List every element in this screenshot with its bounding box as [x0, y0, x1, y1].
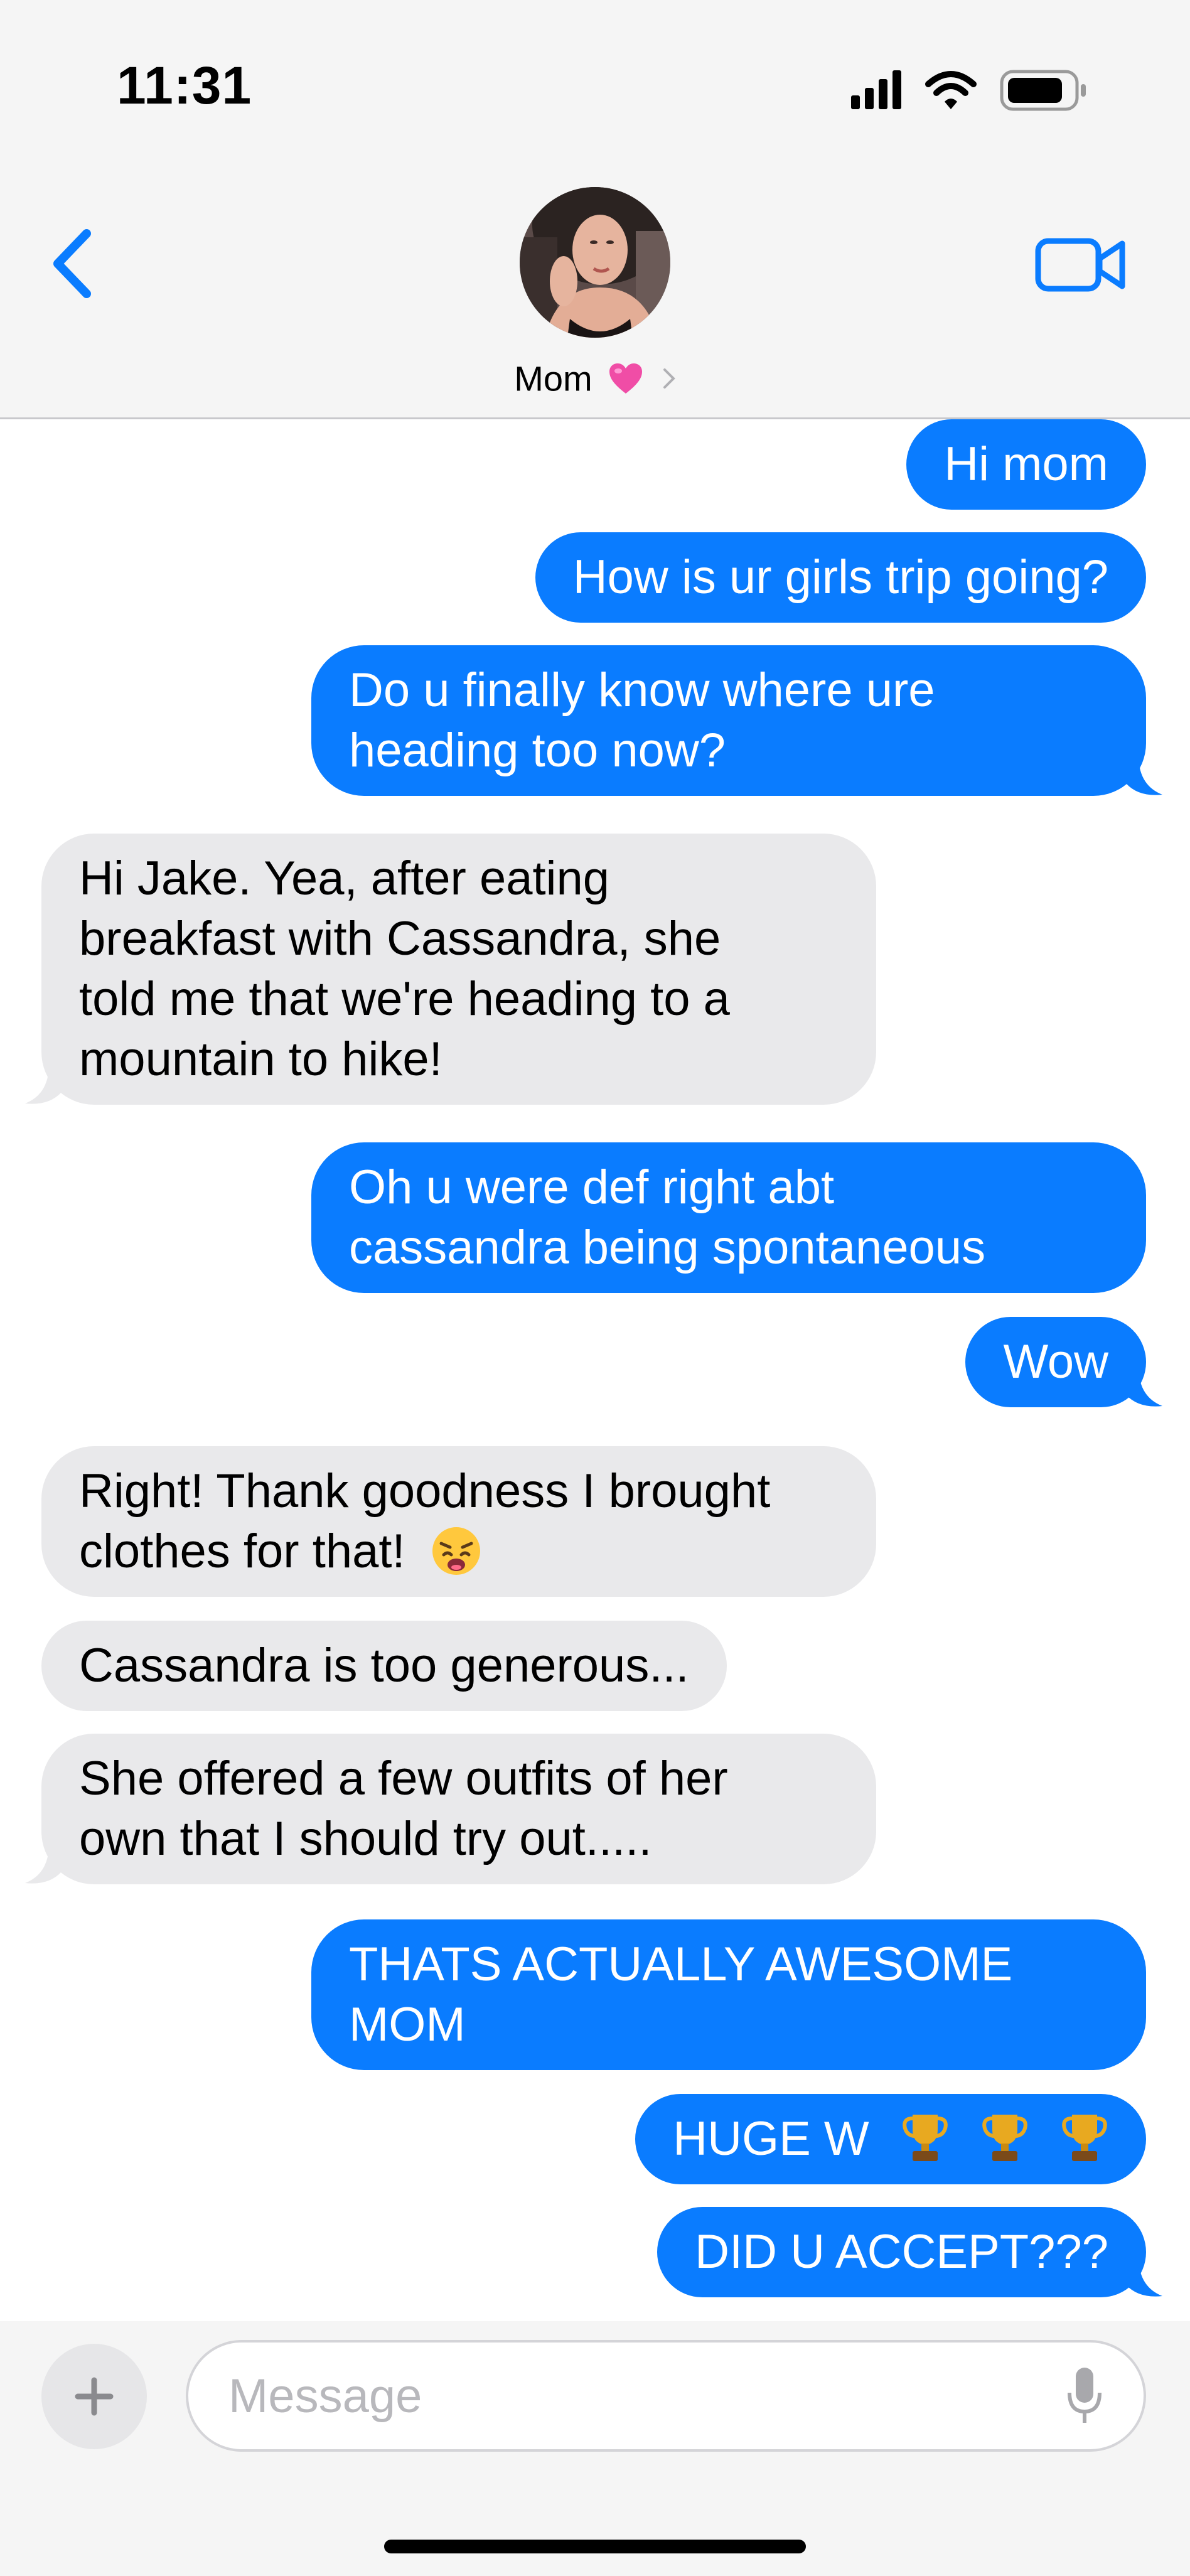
message-bubble-sent[interactable]: Hi mom	[906, 419, 1146, 510]
message-bubble-sent[interactable]: How is ur girls trip going?	[535, 532, 1146, 623]
bubble-tail	[1126, 1370, 1162, 1407]
message-text: MOM	[349, 1998, 466, 2051]
microphone-icon[interactable]	[1066, 2365, 1103, 2428]
contact-avatar[interactable]	[520, 187, 670, 338]
message-text: clothes for that!	[79, 1525, 405, 1578]
message-text: cassandra being spontaneous	[349, 1221, 986, 1274]
bubble-tail	[1126, 758, 1162, 795]
message-text: Do u finally know where ure	[349, 663, 935, 717]
conversation-header: 11:31 Mom	[0, 0, 1190, 419]
add-attachment-button[interactable]	[41, 2344, 147, 2449]
message-bubble-sent[interactable]: Do u finally know where ure heading too …	[311, 645, 1162, 796]
bubble-tail	[25, 1067, 62, 1104]
message-bubble-sent[interactable]: Oh u were def right abt cassandra being …	[311, 1142, 1146, 1293]
trophy-emoji-icon	[982, 2115, 1027, 2161]
bubble-tail	[1126, 2260, 1162, 2297]
message-placeholder: Message	[228, 2369, 422, 2423]
message-text: THATS ACTUALLY AWESOME	[349, 1938, 1013, 1991]
message-bubble-sent[interactable]: Wow	[965, 1317, 1162, 1407]
message-text: Cassandra is too generous...	[79, 1639, 689, 1692]
message-text: Right! Thank goodness I brought	[79, 1464, 771, 1518]
message-text: Oh u were def right abt	[349, 1161, 835, 1214]
message-thread[interactable]: Hi mom How is ur girls trip going? Do u …	[0, 419, 1190, 2321]
message-bubble-received[interactable]: She offered a few outfits of her own tha…	[25, 1734, 876, 1884]
home-indicator[interactable]	[384, 2540, 806, 2553]
video-call-button[interactable]	[1034, 233, 1127, 296]
message-bubble-sent[interactable]: HUGE W	[635, 2094, 1146, 2184]
message-text: Hi mom	[944, 437, 1108, 491]
status-icons	[851, 70, 1086, 111]
message-input[interactable]: Message	[186, 2340, 1146, 2452]
message-bubble-sent[interactable]: DID U ACCEPT???	[657, 2207, 1162, 2297]
avatar-photo	[520, 187, 670, 338]
message-bubble-received[interactable]: Hi Jake. Yea, after eating breakfast wit…	[25, 834, 876, 1105]
contact-name: Mom	[514, 358, 592, 399]
message-text: own that I should try out.....	[79, 1812, 652, 1865]
message-text: DID U ACCEPT???	[695, 2225, 1108, 2278]
message-text: HUGE W	[673, 2112, 869, 2165]
wifi-icon	[925, 71, 977, 109]
chevron-right-icon	[663, 368, 675, 389]
trophy-emoji-icon	[903, 2115, 948, 2161]
message-bubble-sent[interactable]: THATS ACTUALLY AWESOME MOM	[311, 1919, 1146, 2070]
message-text: heading too now?	[349, 724, 726, 777]
message-text: How is ur girls trip going?	[572, 550, 1108, 604]
message-text: breakfast with Cassandra, she	[79, 912, 721, 965]
status-time: 11:31	[117, 56, 252, 115]
message-text: She offered a few outfits of her	[79, 1752, 728, 1805]
plus-icon	[75, 2377, 114, 2416]
signal-icon	[851, 70, 901, 109]
message-bubble-received[interactable]: Right! Thank goodness I brought clothes …	[41, 1446, 876, 1597]
weary-face-emoji-icon	[432, 1527, 480, 1575]
heart-emoji-icon	[609, 363, 643, 394]
message-text: Hi Jake. Yea, after eating	[79, 852, 610, 905]
message-bubble-received[interactable]: Cassandra is too generous...	[41, 1621, 727, 1711]
back-button[interactable]	[44, 226, 100, 301]
battery-icon	[1000, 70, 1086, 111]
message-text: mountain to hike!	[79, 1033, 442, 1086]
bubble-tail	[25, 1847, 62, 1884]
message-text: told me that we're heading to a	[79, 972, 730, 1026]
message-composer: Message	[0, 2321, 1190, 2576]
trophy-emoji-icon	[1062, 2115, 1107, 2161]
contact-name-row[interactable]: Mom	[0, 355, 1190, 399]
message-text: Wow	[1003, 1335, 1108, 1388]
